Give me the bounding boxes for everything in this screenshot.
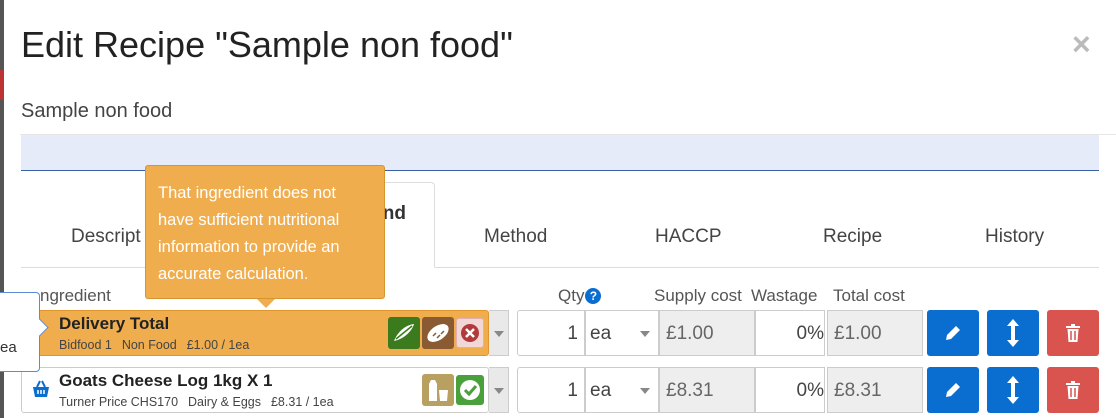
col-supply-cost: Supply cost — [654, 286, 742, 305]
ingredient-price: £8.31 / 1ea — [270, 395, 334, 409]
vegetable-icon — [388, 317, 420, 349]
table-row: Delivery Total Bidfood 1 Non Food £1.00 / … — [21, 310, 1099, 358]
ingredient-category: Non Food — [121, 338, 177, 352]
nutrition-warning-tooltip: That ingredient does not have sufficient… — [145, 165, 385, 299]
supply-cost-field: £8.31 — [659, 367, 755, 413]
bread-icon — [422, 317, 454, 349]
ingredient-dropdown-toggle[interactable] — [489, 367, 509, 413]
trash-icon — [1066, 381, 1080, 399]
delete-button[interactable] — [1047, 310, 1099, 356]
ingredient-price: £1.00 / 1ea — [186, 338, 250, 352]
edit-recipe-modal: Edit Recipe "Sample non food" × Sample n… — [4, 0, 1116, 418]
wastage-field[interactable]: 0% — [755, 310, 825, 356]
trash-icon — [1066, 324, 1080, 342]
ingredient-supplier: Turner Price CHS170 — [59, 395, 179, 409]
qty-input[interactable]: 1 — [517, 310, 585, 356]
total-cost-field: £1.00 — [827, 310, 923, 356]
ingredient-supplier: Bidfood 1 — [59, 338, 112, 352]
qty-input[interactable]: 1 — [517, 367, 585, 413]
help-icon[interactable]: ? — [585, 288, 602, 304]
col-total-cost: Total cost — [833, 286, 905, 305]
tab-haccp[interactable]: HACCP — [655, 226, 722, 248]
ingredient-name: Goats Cheese Log 1kg X 1 — [59, 371, 273, 390]
wastage-percent: % — [807, 380, 824, 401]
wastage-percent: % — [807, 323, 824, 344]
col-wastage: Wastage — [751, 286, 818, 305]
tab-recipe[interactable]: Recipe — [823, 226, 882, 248]
pencil-icon — [946, 383, 960, 397]
vertical-arrows-icon — [1007, 319, 1019, 347]
tooltip-arrow — [257, 299, 275, 308]
ingredient-category: Dairy & Eggs — [188, 395, 261, 409]
tab-active-label: nd — [382, 203, 406, 224]
edit-button[interactable] — [927, 367, 979, 413]
vertical-arrows-icon — [1007, 376, 1019, 404]
ingredient-name: Delivery Total — [59, 314, 170, 333]
wastage-value: 0 — [796, 380, 808, 401]
tab-method[interactable]: Method — [484, 226, 547, 248]
milk-icon — [422, 374, 454, 406]
tab-description[interactable]: Descript — [71, 226, 141, 248]
supply-cost-field: £1.00 — [659, 310, 755, 356]
ingredient-select[interactable]: Goats Cheese Log 1kg X 1 Turner Price CH… — [21, 367, 489, 413]
ingredient-dropdown-toggle[interactable] — [489, 310, 509, 356]
unit-select[interactable]: ea — [585, 367, 659, 413]
ingredient-meta: Bidfood 1 Non Food £1.00 / 1ea — [59, 338, 259, 352]
reorder-button[interactable] — [987, 310, 1039, 356]
basket-icon — [33, 380, 49, 397]
popover-text: ea — [0, 339, 17, 356]
tab-history[interactable]: History — [985, 226, 1044, 248]
edit-button[interactable] — [927, 310, 979, 356]
check-icon — [456, 375, 484, 405]
cross-icon — [456, 318, 484, 348]
table-row: Goats Cheese Log 1kg X 1 Turner Price CH… — [21, 367, 1099, 415]
col-ingredient: ngredient — [40, 286, 111, 305]
ingredient-popover: ea — [0, 292, 40, 372]
ingredient-select[interactable]: Delivery Total Bidfood 1 Non Food £1.00 / … — [21, 310, 489, 356]
total-cost-field: £8.31 — [827, 367, 923, 413]
wastage-value: 0 — [796, 323, 808, 344]
modal-subtitle: Sample non food — [21, 100, 173, 122]
reorder-button[interactable] — [987, 367, 1039, 413]
ingredient-meta: Turner Price CHS170 Dairy & Eggs £8.31 / 1… — [59, 395, 344, 409]
delete-button[interactable] — [1047, 367, 1099, 413]
pencil-icon — [946, 326, 960, 340]
col-qty-label: Qty — [558, 286, 585, 305]
unit-select[interactable]: ea — [585, 310, 659, 356]
close-icon[interactable]: × — [1072, 26, 1091, 63]
modal-title: Edit Recipe "Sample non food" — [21, 24, 513, 65]
col-qty: Qty? — [558, 286, 602, 306]
wastage-field[interactable]: 0% — [755, 367, 825, 413]
